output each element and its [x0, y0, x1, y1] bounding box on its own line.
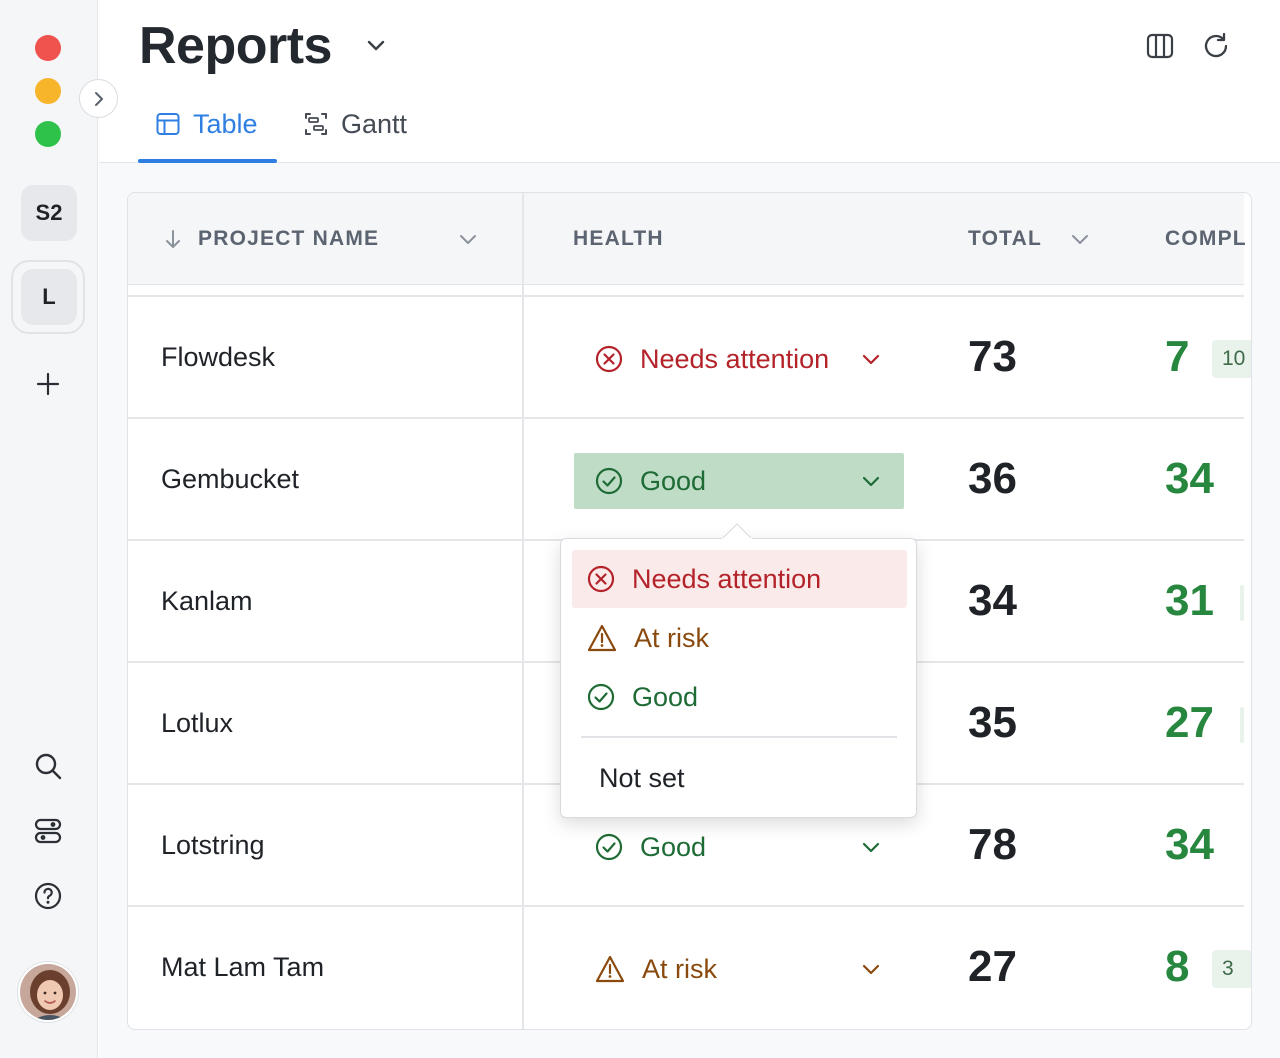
- completed-value: 7: [1165, 332, 1190, 381]
- table-row[interactable]: Gembucket Good 36 34: [128, 419, 1244, 541]
- option-good[interactable]: Good: [572, 668, 907, 726]
- completed-chip: 3: [1212, 950, 1251, 988]
- sort-descending-icon[interactable]: [162, 228, 184, 250]
- column-label-completed: COMPL: [1165, 227, 1247, 250]
- chevron-down-icon: [860, 958, 882, 980]
- column-label-total: TOTAL: [968, 227, 1043, 250]
- option-not-set[interactable]: Not set: [572, 749, 907, 807]
- window-zoom-button[interactable]: [35, 121, 61, 147]
- main-area: Reports Table Gantt PROJECT NAME HEALTH …: [99, 0, 1280, 1058]
- table-icon: [155, 111, 181, 137]
- table-row[interactable]: Mat Lam Tam At risk 27 8 3: [128, 907, 1251, 1029]
- completed-value: 34: [1165, 820, 1214, 869]
- project-name[interactable]: Lotstring: [161, 785, 265, 905]
- option-label: Not set: [599, 762, 685, 793]
- health-select[interactable]: At risk: [574, 941, 904, 997]
- completed-chip-edge: [1240, 707, 1244, 743]
- completed-value: 27: [1165, 698, 1214, 747]
- chevron-down-icon: [860, 836, 882, 858]
- menu-divider: [581, 736, 897, 738]
- completed-value: 34: [1165, 454, 1214, 503]
- warning-icon: [594, 954, 626, 984]
- completed-chip-edge: [1240, 585, 1244, 621]
- option-label: At risk: [634, 622, 710, 653]
- check-circle-icon: [594, 466, 624, 496]
- refresh-icon[interactable]: [1196, 26, 1236, 66]
- columns-icon[interactable]: [1140, 26, 1180, 66]
- window-minimize-button[interactable]: [35, 78, 61, 104]
- project-name[interactable]: Mat Lam Tam: [161, 907, 324, 1027]
- option-label: Good: [632, 681, 699, 712]
- total-value: 78: [968, 820, 1017, 869]
- search-icon[interactable]: [30, 748, 66, 784]
- health-label: Good: [640, 465, 707, 496]
- collapse-sidebar-button[interactable]: [79, 79, 118, 118]
- page-title: Reports: [139, 17, 332, 75]
- x-circle-icon: [594, 344, 624, 374]
- completed-value: 8: [1165, 942, 1190, 991]
- total-value: 34: [968, 576, 1017, 625]
- popover-caret: [722, 523, 752, 540]
- column-header-total[interactable]: TOTAL: [968, 193, 1092, 285]
- health-select[interactable]: Needs attention: [574, 331, 904, 387]
- completed-chip: 10: [1212, 340, 1251, 378]
- table-row[interactable]: Flowdesk Needs attention 73 7 10: [128, 297, 1251, 419]
- project-name[interactable]: Gembucket: [161, 419, 299, 539]
- column-header-project-name[interactable]: PROJECT NAME: [162, 193, 379, 285]
- tab-gantt[interactable]: Gantt: [303, 104, 407, 144]
- tab-table[interactable]: Table: [155, 104, 258, 144]
- option-at-risk[interactable]: At risk: [572, 609, 907, 667]
- project-name[interactable]: Flowdesk: [161, 297, 275, 417]
- plus-icon[interactable]: [30, 366, 66, 402]
- column-label-project-name: PROJECT NAME: [198, 227, 380, 250]
- left-rail: S2 L: [0, 0, 98, 1058]
- column-label-health: HEALTH: [573, 227, 664, 250]
- active-tab-indicator: [138, 159, 277, 163]
- option-label: Needs attention: [632, 563, 822, 594]
- table-header-row: PROJECT NAME HEALTH TOTAL COMPL: [128, 193, 1247, 285]
- title-dropdown-chevron-icon[interactable]: [363, 32, 389, 63]
- workspace-l[interactable]: L: [21, 269, 77, 325]
- project-name[interactable]: Kanlam: [161, 541, 253, 661]
- completed-value: 31: [1165, 576, 1214, 625]
- chevron-right-icon: [94, 91, 103, 106]
- health-select-open[interactable]: Good: [574, 453, 904, 509]
- column-menu-chevron-icon[interactable]: [456, 193, 480, 285]
- chevron-down-icon: [860, 348, 882, 370]
- workspace-s2[interactable]: S2: [21, 185, 77, 241]
- check-circle-icon: [586, 682, 616, 712]
- tab-gantt-label: Gantt: [341, 108, 408, 139]
- gantt-icon: [303, 111, 329, 137]
- user-avatar[interactable]: [18, 962, 78, 1022]
- total-value: 73: [968, 332, 1017, 381]
- check-circle-icon: [594, 832, 624, 862]
- health-select[interactable]: Good: [574, 819, 904, 875]
- total-column-chevron-icon[interactable]: [1068, 227, 1092, 251]
- column-header-completed[interactable]: COMPL: [1165, 193, 1247, 285]
- tab-table-label: Table: [193, 108, 258, 139]
- health-label: Needs attention: [640, 343, 830, 374]
- window-close-button[interactable]: [35, 35, 61, 61]
- total-value: 35: [968, 698, 1017, 747]
- health-dropdown-menu: Needs attention At risk Good Not set: [560, 538, 917, 818]
- project-name[interactable]: Lotlux: [161, 663, 233, 783]
- health-label: At risk: [642, 953, 718, 984]
- help-icon[interactable]: [30, 878, 66, 914]
- column-divider: [522, 193, 524, 1029]
- warning-icon: [586, 623, 618, 653]
- total-value: 27: [968, 942, 1017, 991]
- column-header-health[interactable]: HEALTH: [573, 193, 664, 285]
- chevron-down-icon: [860, 470, 882, 492]
- page-header: Reports Table Gantt: [99, 0, 1280, 163]
- total-value: 36: [968, 454, 1017, 503]
- x-circle-icon: [586, 564, 616, 594]
- health-label: Good: [640, 831, 707, 862]
- option-needs-attention[interactable]: Needs attention: [572, 550, 907, 608]
- toggles-icon[interactable]: [30, 813, 66, 849]
